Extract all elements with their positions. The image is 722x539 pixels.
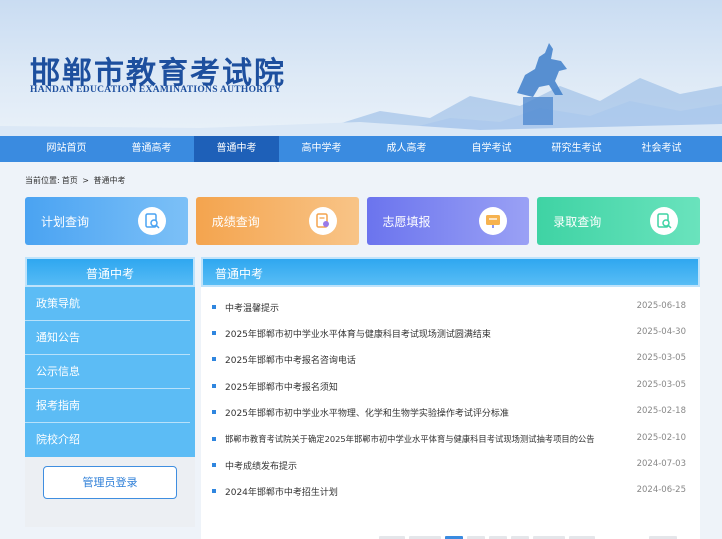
list-item[interactable]: 中考成绩发布提示 2024-07-03 <box>201 452 700 478</box>
nav-item-home[interactable]: 网站首页 <box>24 136 109 162</box>
nav-item-xuekao[interactable]: 高中学考 <box>279 136 364 162</box>
list-item-date: 2025-03-05 <box>636 353 686 363</box>
breadcrumb: 当前位置: 首页 > 普通中考 <box>25 175 128 186</box>
plan-query-card[interactable]: 计划查询 <box>25 197 188 245</box>
nav-item-graduate[interactable]: 研究生考试 <box>534 136 619 162</box>
bullet-icon <box>212 437 216 441</box>
list-item[interactable]: 2025年邯郸市中考报名须知 2025-03-05 <box>201 373 700 399</box>
search-doc-icon <box>650 207 678 235</box>
list-item-title[interactable]: 邯郸市教育考试院关于确定2025年邯郸市初中学业水平体育与健康科目考试现场测试抽… <box>225 433 595 445</box>
search-doc-icon <box>137 207 166 235</box>
sidebar-item-schools[interactable]: 院校介绍 <box>25 423 190 457</box>
admin-login-button[interactable]: 管理员登录 <box>43 466 177 499</box>
edit-doc-icon <box>308 207 337 235</box>
nav-item-adult[interactable]: 成人高考 <box>364 136 449 162</box>
breadcrumb-home[interactable]: 首页 <box>62 176 78 185</box>
board-icon <box>479 207 508 235</box>
card-label: 计划查询 <box>41 215 90 229</box>
bullet-icon <box>212 384 216 388</box>
news-panel: 普通中考 中考温馨提示 2025-06-18 2025年邯郸市初中学业水平体育与… <box>201 257 700 539</box>
nav-item-social[interactable]: 社会考试 <box>619 136 704 162</box>
list-item[interactable]: 2025年邯郸市中考报名咨询电话 2025-03-05 <box>201 346 700 372</box>
bullet-icon <box>212 357 216 361</box>
card-label: 成绩查询 <box>211 215 260 229</box>
list-item-date: 2025-03-05 <box>636 380 686 390</box>
sidebar-item-publicity[interactable]: 公示信息 <box>25 355 190 389</box>
list-item-title[interactable]: 中考成绩发布提示 <box>225 459 297 472</box>
horse-statue-icon <box>517 43 567 125</box>
bullet-icon <box>212 489 216 493</box>
card-label: 录取查询 <box>553 215 602 229</box>
site-logo-subtitle: HANDAN EDUCATION EXAMINATIONS AUTHORITY <box>30 85 282 95</box>
header-banner: 邯郸市教育考试院 HANDAN EDUCATION EXAMINATIONS A… <box>0 0 722 136</box>
pagination <box>201 533 700 539</box>
list-item[interactable]: 2025年邯郸市初中学业水平体育与健康科目考试现场测试圆满结束 2025-04-… <box>201 320 700 346</box>
breadcrumb-separator: > <box>82 176 89 185</box>
quick-links: 计划查询 成绩查询 志愿填报 录取查询 <box>25 197 700 245</box>
list-item-date: 2025-02-10 <box>636 433 686 443</box>
list-item[interactable]: 中考温馨提示 2025-06-18 <box>201 294 700 320</box>
score-query-card[interactable]: 成绩查询 <box>195 197 359 245</box>
list-item-title[interactable]: 2025年邯郸市初中学业水平体育与健康科目考试现场测试圆满结束 <box>225 327 491 340</box>
breadcrumb-current[interactable]: 普通中考 <box>94 176 126 185</box>
list-item-title[interactable]: 中考温馨提示 <box>225 301 279 314</box>
sidebar-item-notices[interactable]: 通知公告 <box>25 321 190 355</box>
nav-item-zhongkao[interactable]: 普通中考 <box>194 136 279 162</box>
list-item-title[interactable]: 2025年邯郸市中考报名咨询电话 <box>225 353 356 366</box>
sidebar-title: 普通中考 <box>25 257 195 287</box>
sidebar-item-policy[interactable]: 政策导航 <box>25 287 190 321</box>
admission-query-card[interactable]: 录取查询 <box>537 197 700 245</box>
list-item[interactable]: 2024年邯郸市中考招生计划 2024-06-25 <box>201 478 700 504</box>
list-item-date: 2024-07-03 <box>636 459 686 469</box>
sidebar-item-guide[interactable]: 报考指南 <box>25 389 190 423</box>
list-item-date: 2025-06-18 <box>636 301 686 311</box>
nav-item-self-study[interactable]: 自学考试 <box>449 136 534 162</box>
list-item-title[interactable]: 2025年邯郸市中考报名须知 <box>225 380 338 393</box>
bullet-icon <box>212 305 216 309</box>
list-item[interactable]: 邯郸市教育考试院关于确定2025年邯郸市初中学业水平体育与健康科目考试现场测试抽… <box>201 426 700 452</box>
sidebar: 普通中考 政策导航 通知公告 公示信息 报考指南 院校介绍 管理员登录 <box>25 257 195 527</box>
panel-title: 普通中考 <box>201 257 700 287</box>
list-item-title[interactable]: 2024年邯郸市中考招生计划 <box>225 485 338 498</box>
list-item-date: 2025-02-18 <box>636 406 686 416</box>
application-card[interactable]: 志愿填报 <box>366 197 530 245</box>
card-label: 志愿填报 <box>382 215 431 229</box>
sidebar-menu: 政策导航 通知公告 公示信息 报考指南 院校介绍 <box>25 287 195 457</box>
main-nav: 网站首页 普通高考 普通中考 高中学考 成人高考 自学考试 研究生考试 社会考试 <box>0 136 722 162</box>
list-item-date: 2024-06-25 <box>636 485 686 495</box>
list-item[interactable]: 2025年邯郸市初中学业水平物理、化学和生物学实验操作考试评分标准 2025-0… <box>201 399 700 425</box>
nav-item-gaokao[interactable]: 普通高考 <box>109 136 194 162</box>
bullet-icon <box>212 463 216 467</box>
bullet-icon <box>212 410 216 414</box>
list-item-date: 2025-04-30 <box>636 327 686 337</box>
breadcrumb-prefix: 当前位置: <box>25 176 60 185</box>
list-item-title[interactable]: 2025年邯郸市初中学业水平物理、化学和生物学实验操作考试评分标准 <box>225 406 509 419</box>
bullet-icon <box>212 331 216 335</box>
